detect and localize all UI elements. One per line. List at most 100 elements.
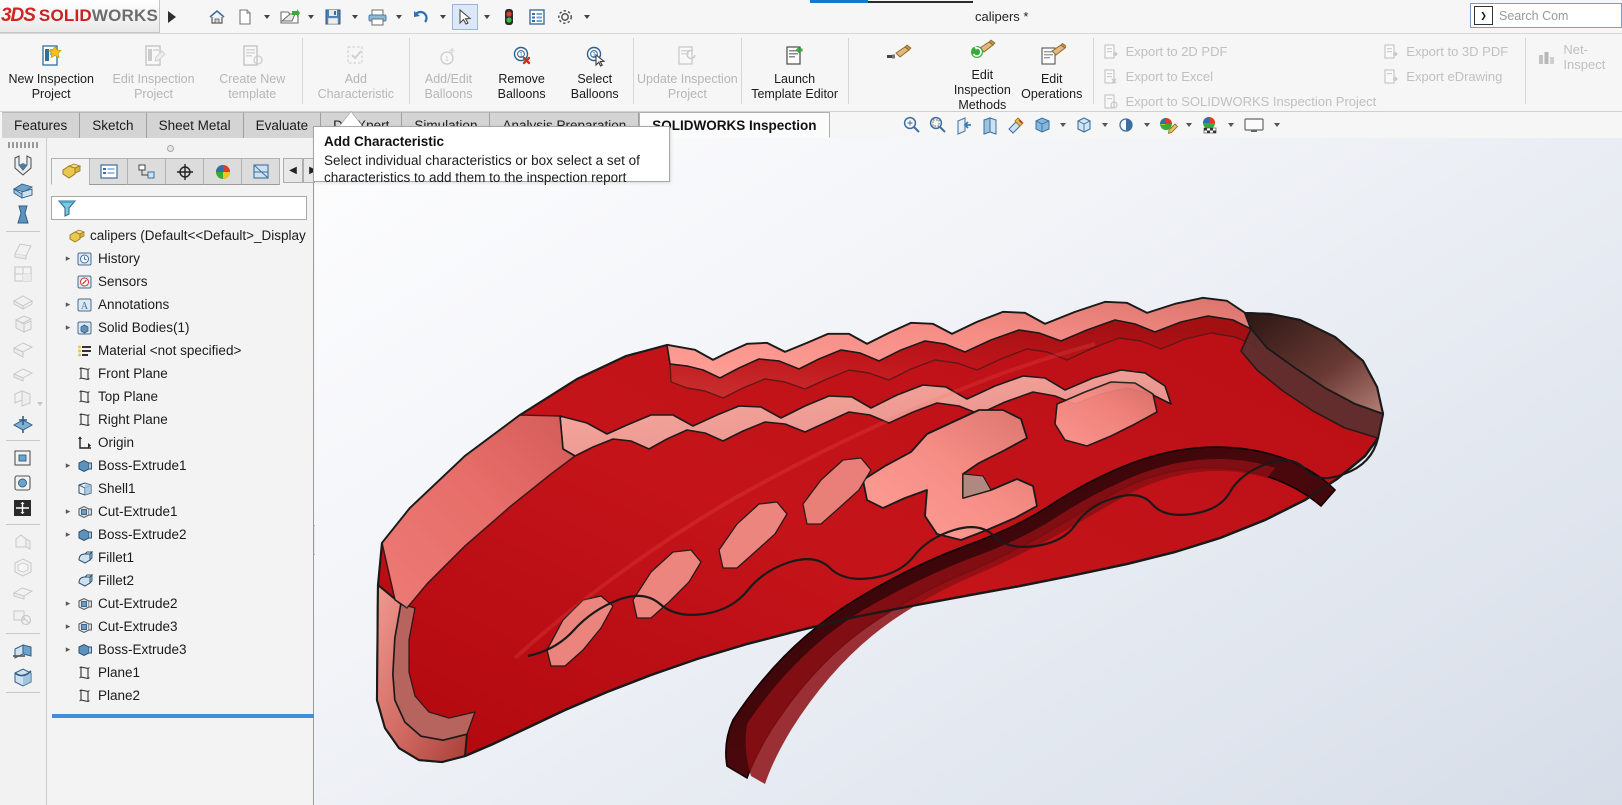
viewport-layout-caret-icon[interactable]: [1274, 123, 1280, 127]
ribbon-edit-operations[interactable]: Edit Inspection Methods: [946, 34, 1019, 112]
ribbon-remove-balloons[interactable]: 1 Remove Balloons: [485, 34, 558, 110]
select-cursor-icon[interactable]: [452, 3, 478, 30]
tree-item-right-plane[interactable]: Right Plane: [49, 408, 314, 431]
tree-item-origin[interactable]: Origin: [49, 431, 314, 454]
save-icon[interactable]: [320, 4, 346, 30]
tree-item-sensors[interactable]: Sensors: [49, 270, 314, 293]
reference-geometry-icon[interactable]: [6, 639, 40, 662]
tree-item-boss-extrude3[interactable]: ▸ Boss-Extrude3: [49, 638, 314, 661]
expand-arrow[interactable]: ▸: [61, 644, 75, 655]
home-icon[interactable]: [204, 4, 230, 30]
menu-expand-arrow-icon[interactable]: [168, 10, 176, 23]
new-document-caret-icon[interactable]: [264, 14, 270, 19]
tree-item-front-plane[interactable]: Front Plane: [49, 362, 314, 385]
open-caret-icon[interactable]: [308, 14, 314, 19]
search-commands-box[interactable]: ❯ Search Com: [1470, 3, 1622, 28]
extruded-boss-base-icon[interactable]: [6, 153, 40, 176]
edit-appearance-icon[interactable]: [1156, 114, 1180, 136]
ribbon-edit-inspection-methods[interactable]: [851, 34, 946, 110]
section-view-icon[interactable]: [978, 114, 1002, 136]
tree-item-cut-extrude3[interactable]: ▸ Cut-Extrude3: [49, 615, 314, 638]
expand-arrow[interactable]: ▸: [61, 621, 75, 632]
tab-features[interactable]: Features: [2, 112, 81, 138]
tree-item-boss-extrude1[interactable]: ▸ Boss-Extrude1: [49, 454, 314, 477]
dimxpert-manager-tab[interactable]: [165, 158, 204, 185]
inspection-manager-tab[interactable]: [241, 158, 280, 185]
options-caret-icon[interactable]: [584, 14, 590, 19]
ribbon-select-balloons[interactable]: 1 Select Balloons: [558, 34, 631, 110]
print-caret-icon[interactable]: [396, 14, 402, 19]
graphics-viewport[interactable]: [315, 138, 1622, 805]
tree-item-history[interactable]: ▸ History: [49, 247, 314, 270]
view-settings-caret-icon[interactable]: [1144, 123, 1150, 127]
solidworks-logo[interactable]: 3DS SOLIDWORKS: [0, 0, 160, 33]
expand-arrow[interactable]: ▸: [61, 253, 75, 264]
tab-scroll-prev-button[interactable]: ◀: [283, 158, 303, 183]
tree-item-annotations[interactable]: ▸ A Annotations: [49, 293, 314, 316]
select-caret-icon[interactable]: [484, 14, 490, 19]
open-folder-icon[interactable]: [276, 4, 302, 30]
options-list-icon[interactable]: [524, 4, 550, 30]
rebuild-traffic-icon[interactable]: [496, 4, 522, 30]
display-manager-tab[interactable]: [203, 158, 242, 185]
rib-pattern-icon[interactable]: [6, 496, 40, 519]
undo-icon[interactable]: [408, 4, 434, 30]
expand-arrow[interactable]: ▸: [61, 529, 75, 540]
tree-item-plane2[interactable]: Plane2: [49, 684, 314, 707]
linear-pattern-icon[interactable]: [6, 446, 40, 469]
print-icon[interactable]: [364, 4, 390, 30]
circular-pattern-icon[interactable]: [6, 471, 40, 494]
gear-icon[interactable]: [552, 4, 578, 30]
brake-caliper-3d-model[interactable]: [315, 138, 1622, 805]
boundary-cut-caret-icon[interactable]: [37, 402, 43, 406]
revolved-boss-base-icon[interactable]: [6, 178, 40, 201]
view-orientation-icon[interactable]: [1004, 114, 1028, 136]
expand-arrow[interactable]: ▸: [61, 598, 75, 609]
toolbar-grip[interactable]: [8, 142, 38, 148]
tree-item-calipers[interactable]: calipers (Default<<Default>_Display: [49, 224, 314, 247]
fillet-icon[interactable]: [6, 412, 40, 435]
save-caret-icon[interactable]: [352, 14, 358, 19]
configuration-manager-tab[interactable]: [127, 158, 166, 185]
scene-caret-icon[interactable]: [1228, 123, 1234, 127]
hide-show-items-icon[interactable]: [1072, 114, 1096, 136]
view-settings-icon[interactable]: [1114, 114, 1138, 136]
tree-item-boss-extrude2[interactable]: ▸ Boss-Extrude2: [49, 523, 314, 546]
tab-sheet-metal[interactable]: Sheet Metal: [146, 112, 244, 138]
tree-item-cut-extrude1[interactable]: ▸ Cut-Extrude1: [49, 500, 314, 523]
expand-arrow[interactable]: ▸: [61, 460, 75, 471]
expand-arrow[interactable]: ▸: [61, 506, 75, 517]
property-manager-tab[interactable]: [89, 158, 128, 185]
tree-item-material[interactable]: Material <not specified>: [49, 339, 314, 362]
expand-arrow[interactable]: ▸: [61, 299, 75, 310]
zoom-to-fit-icon[interactable]: [900, 114, 924, 136]
expand-arrow[interactable]: ▸: [61, 322, 75, 333]
swept-boss-base-icon[interactable]: [6, 203, 40, 226]
tree-item-cut-extrude2[interactable]: ▸ Cut-Extrude2: [49, 592, 314, 615]
curves-icon[interactable]: [6, 664, 40, 687]
undo-caret-icon[interactable]: [440, 14, 446, 19]
tree-item-plane1[interactable]: Plane1: [49, 661, 314, 684]
tree-item-shell1[interactable]: Shell1: [49, 477, 314, 500]
ribbon-launch-template-editor[interactable]: Launch Template Editor: [743, 34, 845, 110]
display-style-icon[interactable]: [1030, 114, 1054, 136]
viewport-layout-icon[interactable]: [1240, 114, 1268, 136]
feature-manager-tab[interactable]: [51, 158, 90, 185]
apply-scene-icon[interactable]: [1198, 114, 1222, 136]
tab-evaluate[interactable]: Evaluate: [243, 112, 322, 138]
previous-view-icon[interactable]: [952, 114, 976, 136]
hide-show-caret-icon[interactable]: [1102, 123, 1108, 127]
tree-item-fillet2[interactable]: Fillet2: [49, 569, 314, 592]
display-style-caret-icon[interactable]: [1060, 123, 1066, 127]
tab-sketch[interactable]: Sketch: [80, 112, 147, 138]
ribbon-edit-vendors[interactable]: Edit Operations: [1019, 34, 1085, 110]
appearance-caret-icon[interactable]: [1186, 123, 1192, 127]
panel-resize-handle[interactable]: [167, 145, 174, 152]
tree-item-solid-bodies[interactable]: ▸ Solid Bodies(1): [49, 316, 314, 339]
tree-item-fillet1[interactable]: Fillet1: [49, 546, 314, 569]
new-document-icon[interactable]: [232, 4, 258, 30]
feature-tree-filter-input[interactable]: [51, 196, 307, 220]
ribbon-new-inspection-project[interactable]: New Inspection Project: [0, 34, 102, 110]
tree-item-top-plane[interactable]: Top Plane: [49, 385, 314, 408]
zoom-to-area-icon[interactable]: [926, 114, 950, 136]
